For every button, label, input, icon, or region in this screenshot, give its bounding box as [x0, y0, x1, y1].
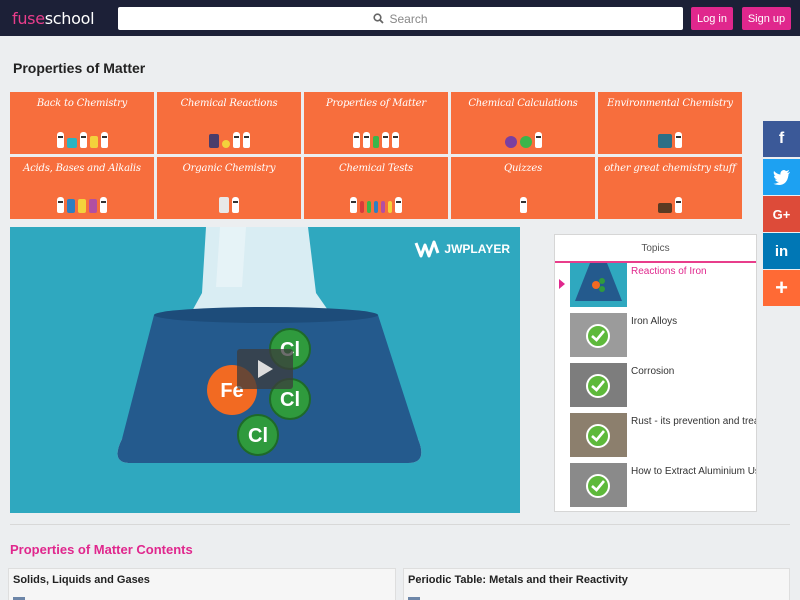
plus-icon: + — [775, 275, 788, 300]
tile-illustration — [598, 197, 742, 213]
now-playing-arrow-icon — [559, 279, 565, 289]
tile-label: Chemical Tests — [339, 163, 413, 174]
contents-card-periodic-table[interactable]: Periodic Table: Metals and their Reactiv… — [403, 568, 790, 600]
topic-thumbnail — [570, 413, 627, 457]
tile-label: Acids, Bases and Alkalis — [23, 163, 141, 174]
share-facebook-button[interactable]: f — [763, 121, 800, 157]
tile-back-to-chemistry[interactable]: Back to Chemistry — [10, 92, 154, 154]
chlorine-atom-label-3: Cl — [248, 425, 268, 447]
tile-label: Back to Chemistry — [36, 98, 128, 109]
section-divider — [10, 524, 790, 525]
tile-illustration — [10, 197, 154, 213]
watched-check-icon — [586, 374, 610, 398]
tile-illustration — [304, 132, 448, 148]
topic-item-reactions-of-iron[interactable]: Reactions of Iron — [570, 263, 756, 307]
watched-check-icon — [586, 324, 610, 348]
topics-playlist: Topics Reactions of Iron Iron Alloys Cor… — [554, 234, 757, 512]
category-tiles: Back to Chemistry Chemical Reactions Pro… — [10, 92, 742, 222]
page-title: Properties of Matter — [13, 60, 146, 76]
logo-text-fuse: fuse — [12, 9, 45, 28]
share-more-button[interactable]: + — [763, 270, 800, 306]
googleplus-icon: G+ — [772, 206, 791, 222]
search-placeholder: Search — [389, 11, 428, 26]
contents-card-title: Solids, Liquids and Gases — [13, 574, 150, 586]
topic-title: How to Extract Aluminium Us — [631, 466, 757, 477]
facebook-icon: f — [778, 130, 785, 147]
contents-card-solids-liquids-gases[interactable]: Solids, Liquids and Gases — [8, 568, 396, 600]
tile-organic-chemistry[interactable]: Organic Chemistry — [157, 157, 301, 219]
search-input[interactable]: Search — [118, 7, 683, 30]
topics-tab[interactable]: Topics — [555, 235, 756, 263]
topic-thumbnail — [570, 463, 627, 507]
share-googleplus-button[interactable]: G+ — [763, 196, 800, 232]
watched-check-icon — [586, 474, 610, 498]
tile-illustration — [451, 132, 595, 148]
share-twitter-button[interactable] — [763, 159, 800, 195]
topic-item-rust-prevention[interactable]: Rust - its prevention and trea — [570, 413, 757, 457]
tile-label: Quizzes — [503, 163, 543, 174]
fuseschool-logo[interactable]: fuseschool — [12, 9, 95, 28]
topic-title: Corrosion — [631, 366, 675, 377]
tile-quizzes[interactable]: Quizzes — [451, 157, 595, 219]
tile-chemical-tests[interactable]: Chemical Tests — [304, 157, 448, 219]
topic-thumbnail — [570, 313, 627, 357]
topic-title: Rust - its prevention and trea — [631, 416, 757, 427]
topic-thumbnail — [570, 263, 627, 307]
contents-section-title: Properties of Matter Contents — [10, 542, 193, 557]
share-linkedin-button[interactable]: in — [763, 233, 800, 269]
linkedin-icon: in — [774, 242, 789, 260]
search-icon — [373, 13, 385, 24]
tile-label: Environmental Chemistry — [607, 98, 733, 109]
twitter-icon — [772, 169, 790, 185]
flask-thumbnail-icon — [575, 263, 622, 301]
signup-button[interactable]: Sign up — [742, 7, 791, 30]
logo-text-school: school — [44, 9, 95, 28]
chlorine-atom-label-2: Cl — [280, 389, 300, 411]
tile-illustration — [598, 132, 742, 148]
tile-illustration — [451, 197, 595, 213]
tile-acids-bases-alkalis[interactable]: Acids, Bases and Alkalis — [10, 157, 154, 219]
tile-environmental-chemistry[interactable]: Environmental Chemistry — [598, 92, 742, 154]
tile-chemical-calculations[interactable]: Chemical Calculations — [451, 92, 595, 154]
tile-illustration — [304, 197, 448, 213]
tile-label: other great chemistry stuff — [604, 163, 736, 174]
tile-other-great-chemistry-stuff[interactable]: other great chemistry stuff — [598, 157, 742, 219]
topic-title: Iron Alloys — [631, 316, 678, 327]
tile-label: Organic Chemistry — [182, 163, 276, 174]
topic-item-extract-aluminium[interactable]: How to Extract Aluminium Us — [570, 463, 757, 507]
play-button[interactable] — [237, 349, 293, 389]
top-nav-bar: fuseschool Search Log in Sign up — [0, 0, 800, 36]
tile-label: Chemical Calculations — [468, 98, 578, 109]
topic-thumbnail — [570, 363, 627, 407]
watched-check-icon — [586, 424, 610, 448]
tile-chemical-reactions[interactable]: Chemical Reactions — [157, 92, 301, 154]
tile-properties-of-matter[interactable]: Properties of Matter — [304, 92, 448, 154]
tile-label: Properties of Matter — [326, 98, 426, 109]
tile-illustration — [10, 132, 154, 148]
tile-illustration — [157, 132, 301, 148]
video-player[interactable]: JWPLAYER Fe Cl Cl Cl — [10, 227, 520, 513]
play-icon — [258, 360, 273, 378]
login-button[interactable]: Log in — [691, 7, 733, 30]
topic-item-corrosion[interactable]: Corrosion — [570, 363, 756, 407]
topic-item-iron-alloys[interactable]: Iron Alloys — [570, 313, 756, 357]
contents-card-title: Periodic Table: Metals and their Reactiv… — [408, 574, 628, 586]
tile-illustration — [157, 197, 301, 213]
tile-label: Chemical Reactions — [180, 98, 278, 109]
topic-title: Reactions of Iron — [631, 266, 707, 277]
